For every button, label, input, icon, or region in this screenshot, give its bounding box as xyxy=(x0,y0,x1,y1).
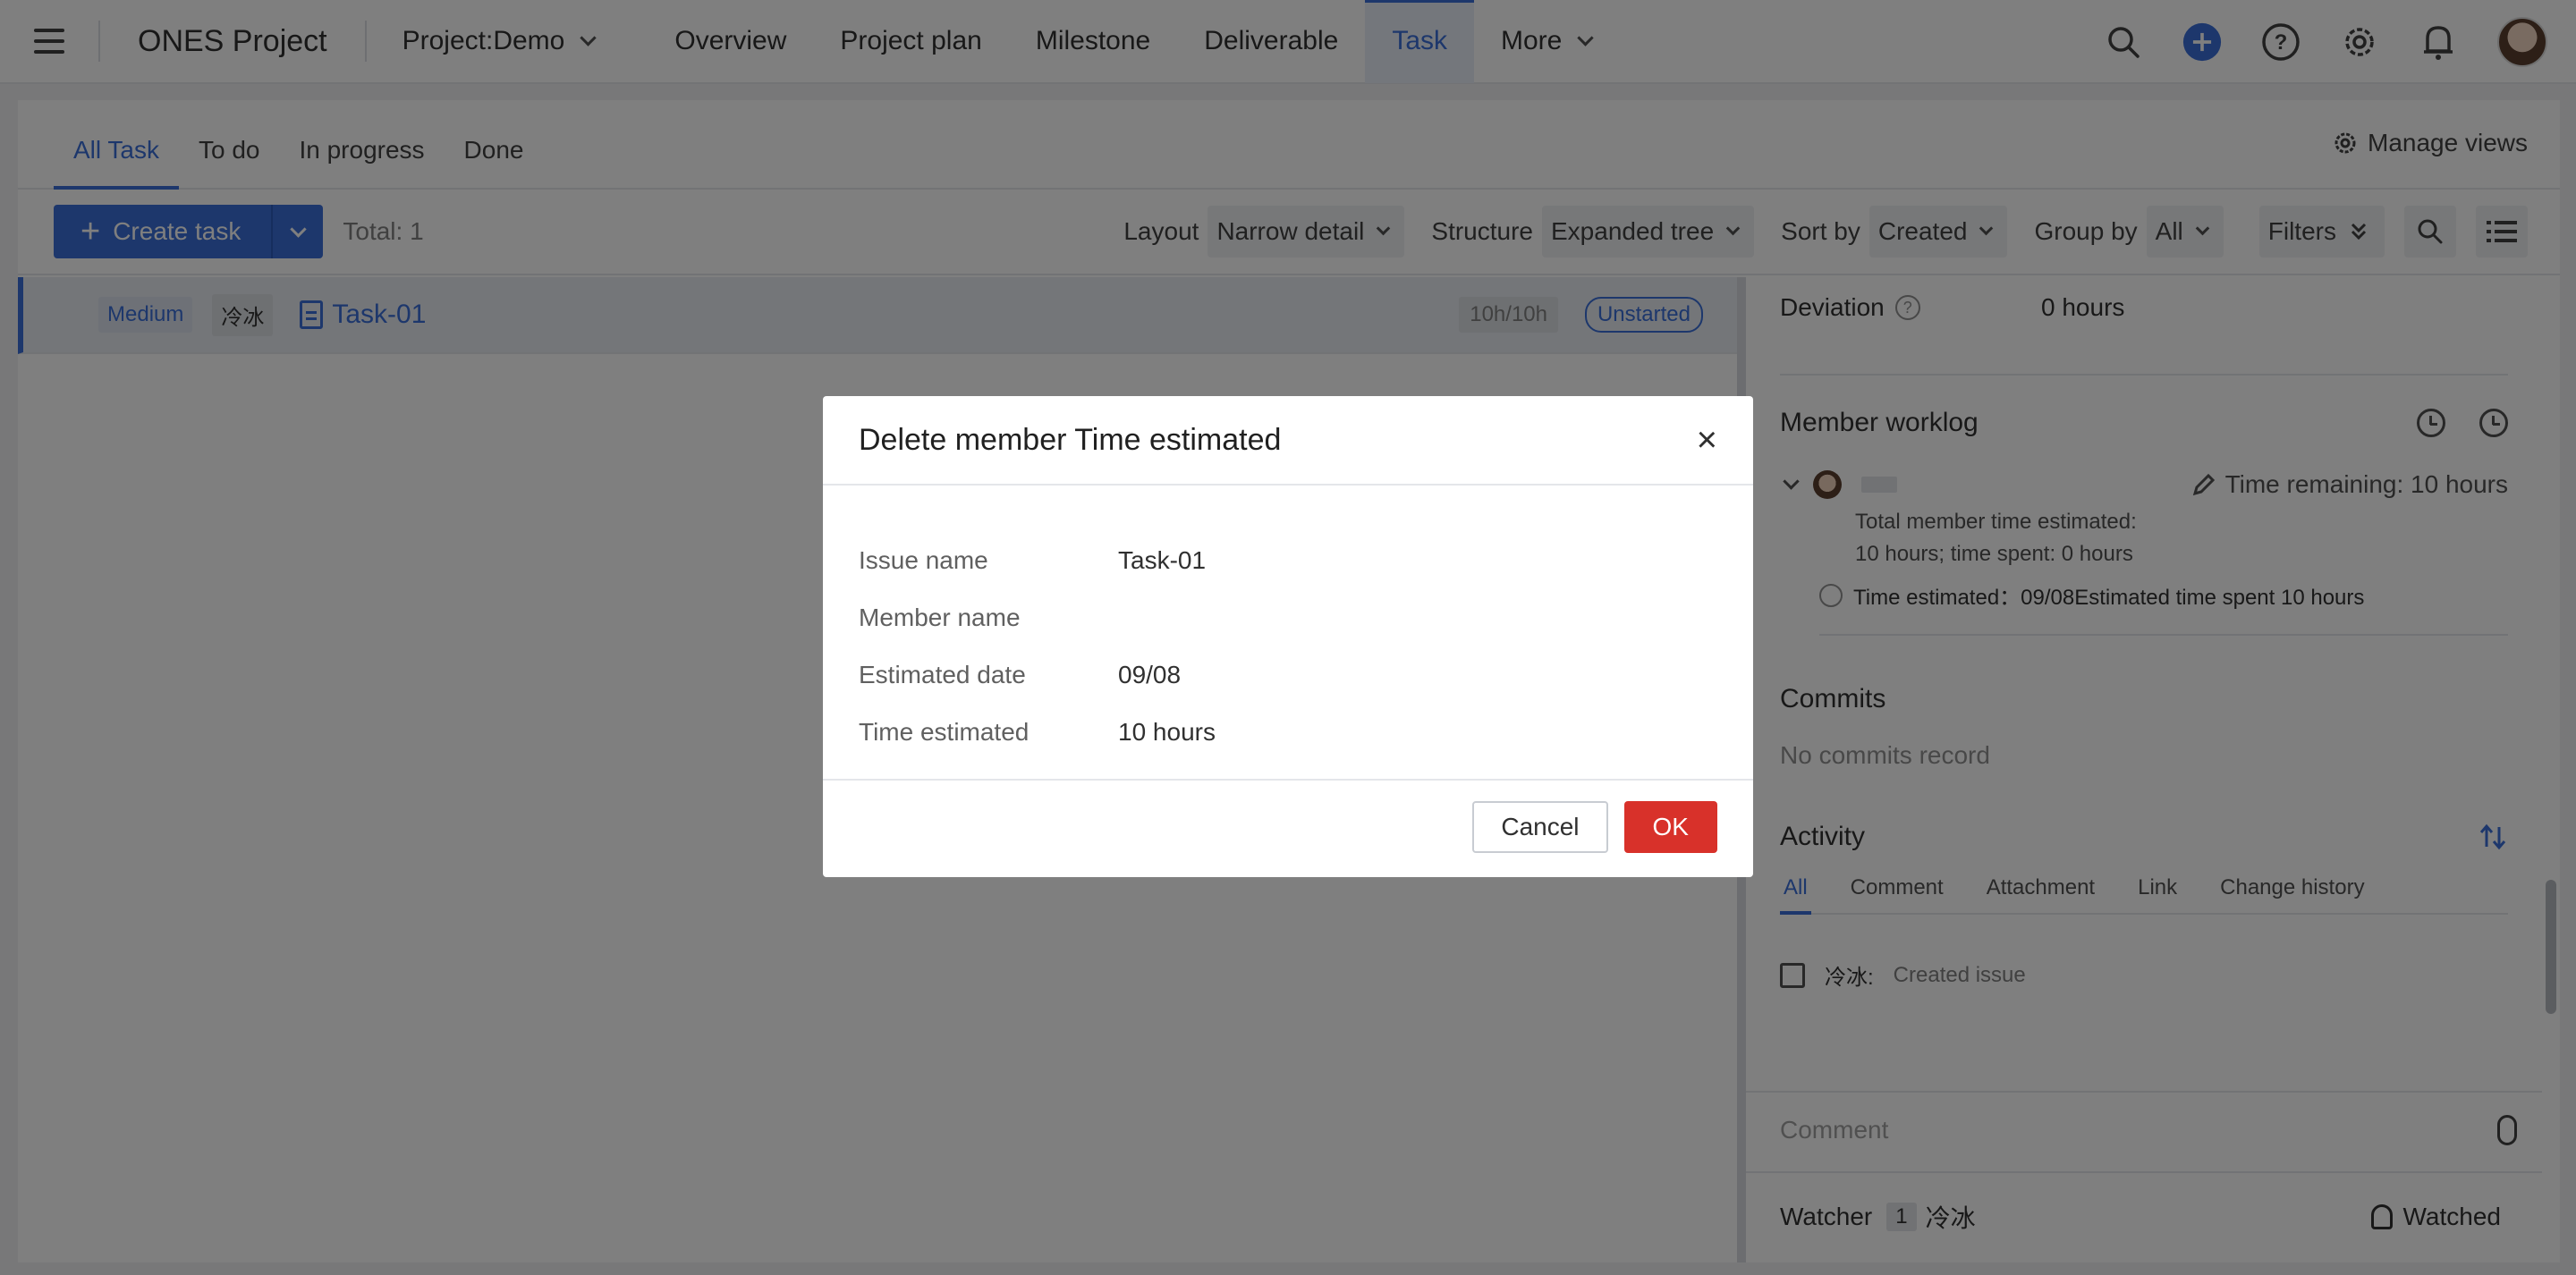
dialog-title: Delete member Time estimated xyxy=(859,422,1282,457)
member-name-row: Member name xyxy=(859,589,1717,646)
close-icon[interactable]: × xyxy=(1697,422,1717,458)
estimated-date-value: 09/08 xyxy=(1118,661,1182,688)
issue-name-row: Issue name Task-01 xyxy=(859,532,1717,589)
dialog-body: Issue name Task-01 Member name Estimated… xyxy=(823,486,1753,781)
member-name-label: Member name xyxy=(859,604,1021,631)
ok-button[interactable]: OK xyxy=(1623,801,1717,853)
time-estimated-label: Time estimated xyxy=(859,718,1030,746)
issue-name-label: Issue name xyxy=(859,546,988,574)
issue-name-value: Task-01 xyxy=(1118,546,1207,574)
estimated-date-row: Estimated date 09/08 xyxy=(859,646,1717,704)
dialog-footer: Cancel OK xyxy=(823,781,1753,874)
time-estimated-value: 10 hours xyxy=(1118,718,1216,746)
estimated-date-label: Estimated date xyxy=(859,661,1026,688)
delete-estimate-dialog: Delete member Time estimated × Issue nam… xyxy=(823,396,1753,877)
dialog-header: Delete member Time estimated × xyxy=(823,396,1753,486)
cancel-button[interactable]: Cancel xyxy=(1472,801,1608,853)
time-estimated-row: Time estimated 10 hours xyxy=(859,704,1717,761)
